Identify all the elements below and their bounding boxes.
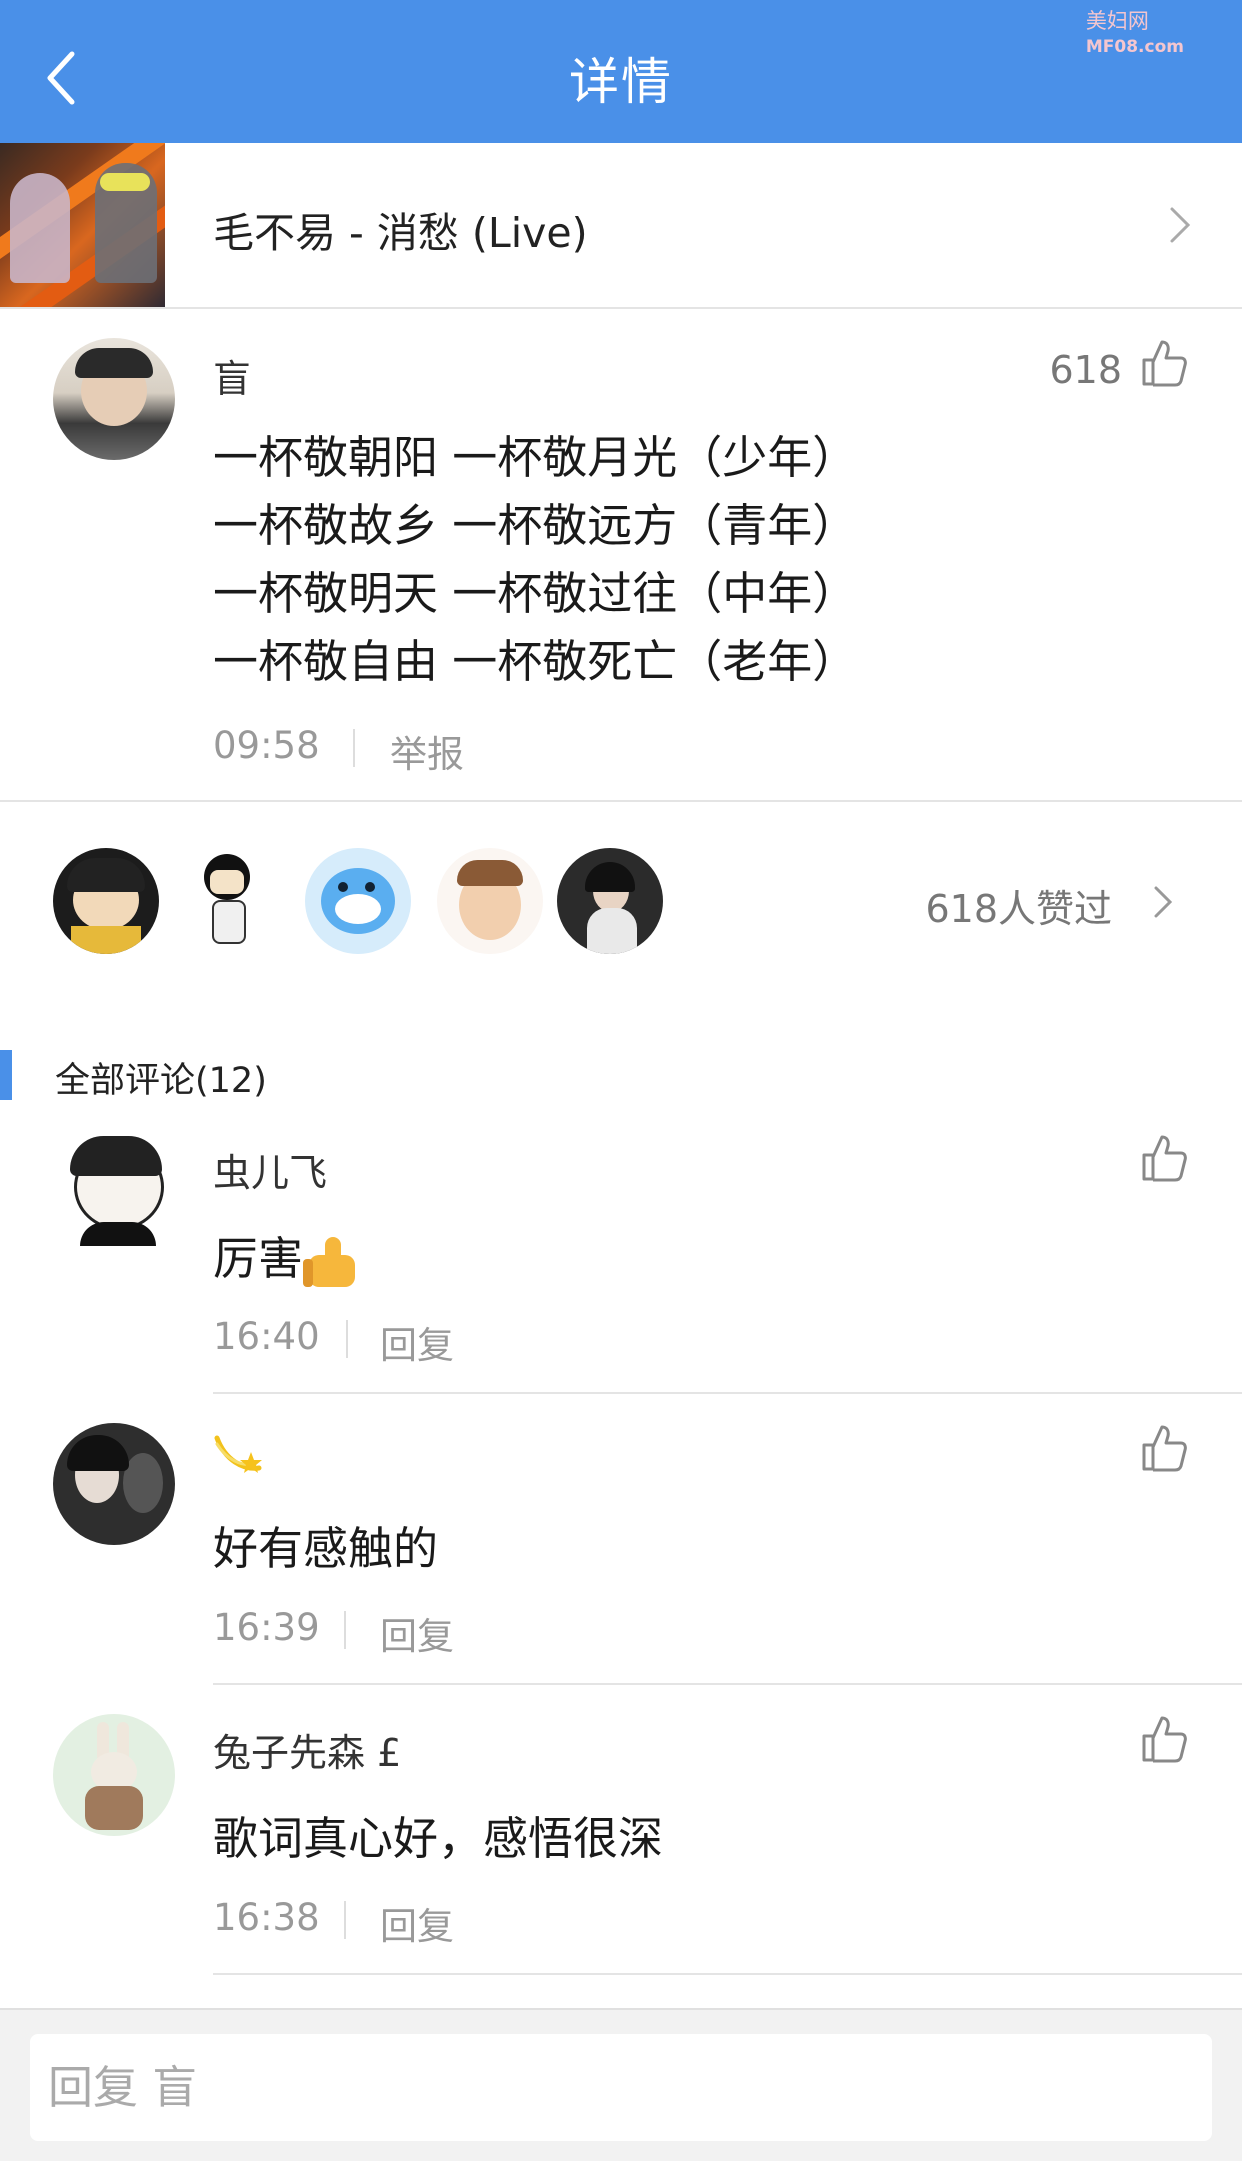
post-line: 一杯敬自由 一杯敬死亡（老年） [213,635,858,688]
post-content: 一杯敬朝阳 一杯敬月光（少年） 一杯敬故乡 一杯敬远方（青年） 一杯敬明天 一杯… [213,424,857,696]
commenter-name[interactable]: 兔子先森 £ [213,1722,401,1777]
reply-input[interactable] [30,2034,1212,2141]
comment-text: 厉害 [213,1222,359,1289]
comment-body: 厉害 [213,1232,304,1285]
reply-link[interactable]: 回复 [380,1606,454,1660]
reply-link[interactable]: 回复 [380,1896,454,1950]
reply-link[interactable]: 回复 [380,1315,454,1369]
meta-separator [344,1901,346,1939]
liker-avatar[interactable] [53,848,159,954]
thumbs-up-icon[interactable] [1140,1133,1188,1183]
meta-separator [344,1611,346,1649]
commenter-avatar[interactable] [60,1130,170,1250]
post-time: 09:58 [213,724,320,767]
likers-summary[interactable]: 618人赞过 [925,878,1112,933]
comment-text: 好有感触的 [213,1522,439,1575]
report-link[interactable]: 举报 [390,724,464,778]
song-title: 毛不易 - 消愁 (Live) [213,209,588,257]
comment-time: 16:39 [213,1606,320,1649]
meta-separator [353,729,355,767]
section-accent-bar [0,1050,12,1100]
liker-avatar[interactable] [174,848,280,954]
post-line: 一杯敬故乡 一杯敬远方（青年） [213,499,858,552]
divider [213,1973,1242,1975]
watermark-url: MF08.com [1085,37,1184,57]
thumbs-up-icon[interactable] [1140,338,1188,388]
commenter-name[interactable]: 虫儿飞 [213,1142,327,1197]
post-line: 一杯敬朝阳 一杯敬月光（少年） [213,431,858,484]
divider [213,1683,1242,1685]
song-link-row[interactable]: 毛不易 - 消愁 (Live) [0,143,1242,309]
thumbs-up-icon[interactable] [1140,1714,1188,1764]
liker-avatar[interactable] [437,848,543,954]
like-count: 618 [1049,348,1122,392]
divider [0,800,1242,802]
meta-separator [346,1320,348,1358]
comment-time: 16:38 [213,1896,320,1939]
watermark-text: 美妇网 [1085,9,1149,33]
author-name[interactable]: 盲 [213,348,251,403]
comment-time: 16:40 [213,1315,320,1358]
nav-bar: 详情 美妇网 MF08.com [0,0,1242,143]
commenter-avatar[interactable] [53,1714,175,1836]
thumbs-up-emoji-icon [303,1235,359,1289]
commenter-avatar[interactable] [53,1423,175,1545]
chevron-right-icon[interactable] [1152,884,1174,920]
post-line: 一杯敬明天 一杯敬过往（中年） [213,567,858,620]
chevron-right-icon [1170,207,1191,243]
page-title: 详情 [569,53,673,111]
divider [213,1392,1242,1394]
reply-bar [0,2008,1242,2161]
thumbs-up-icon[interactable] [1140,1423,1188,1473]
shooting-star-emoji-icon [213,1430,263,1476]
watermark-logo: 美妇网 MF08.com [1086,8,1184,60]
liker-avatar[interactable] [305,848,411,954]
liker-avatar[interactable] [557,848,663,954]
comments-section-title: 全部评论(12) [55,1061,267,1101]
author-avatar[interactable] [53,338,175,460]
album-cover [0,143,165,307]
comment-text: 歌词真心好，感悟很深 [213,1812,664,1865]
